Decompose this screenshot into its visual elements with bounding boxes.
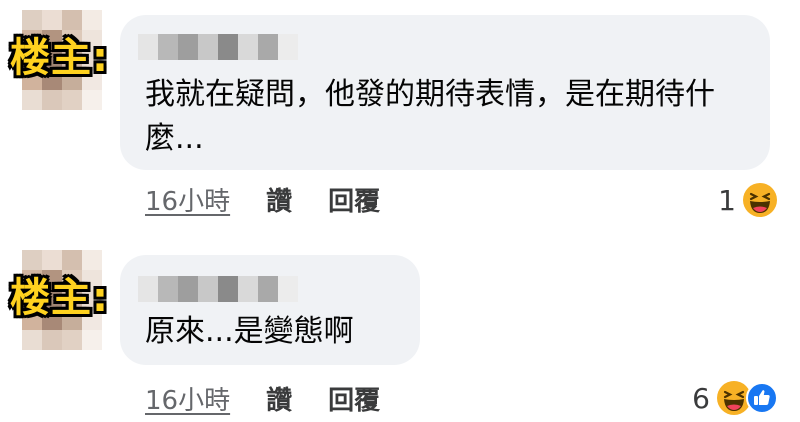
reaction-count: 6 xyxy=(692,381,710,415)
comment-2: 楼主: 原來...是變態啊 16小時 讚 回覆 6 xyxy=(0,0,800,422)
reaction-summary[interactable]: 6 xyxy=(692,378,778,418)
op-label: 楼主: xyxy=(10,35,109,81)
like-icon xyxy=(746,382,778,414)
comment-timestamp[interactable]: 16小時 xyxy=(145,380,230,417)
comment-text: 原來...是變態啊 xyxy=(145,314,354,349)
blurred-author-name[interactable] xyxy=(138,276,298,302)
like-button[interactable]: 讚 xyxy=(266,380,292,417)
blurred-author-name[interactable] xyxy=(138,34,298,60)
reply-button[interactable]: 回覆 xyxy=(328,380,380,417)
comment-actions: 16小時 讚 回覆 xyxy=(145,380,380,417)
op-label: 楼主: xyxy=(10,275,109,321)
